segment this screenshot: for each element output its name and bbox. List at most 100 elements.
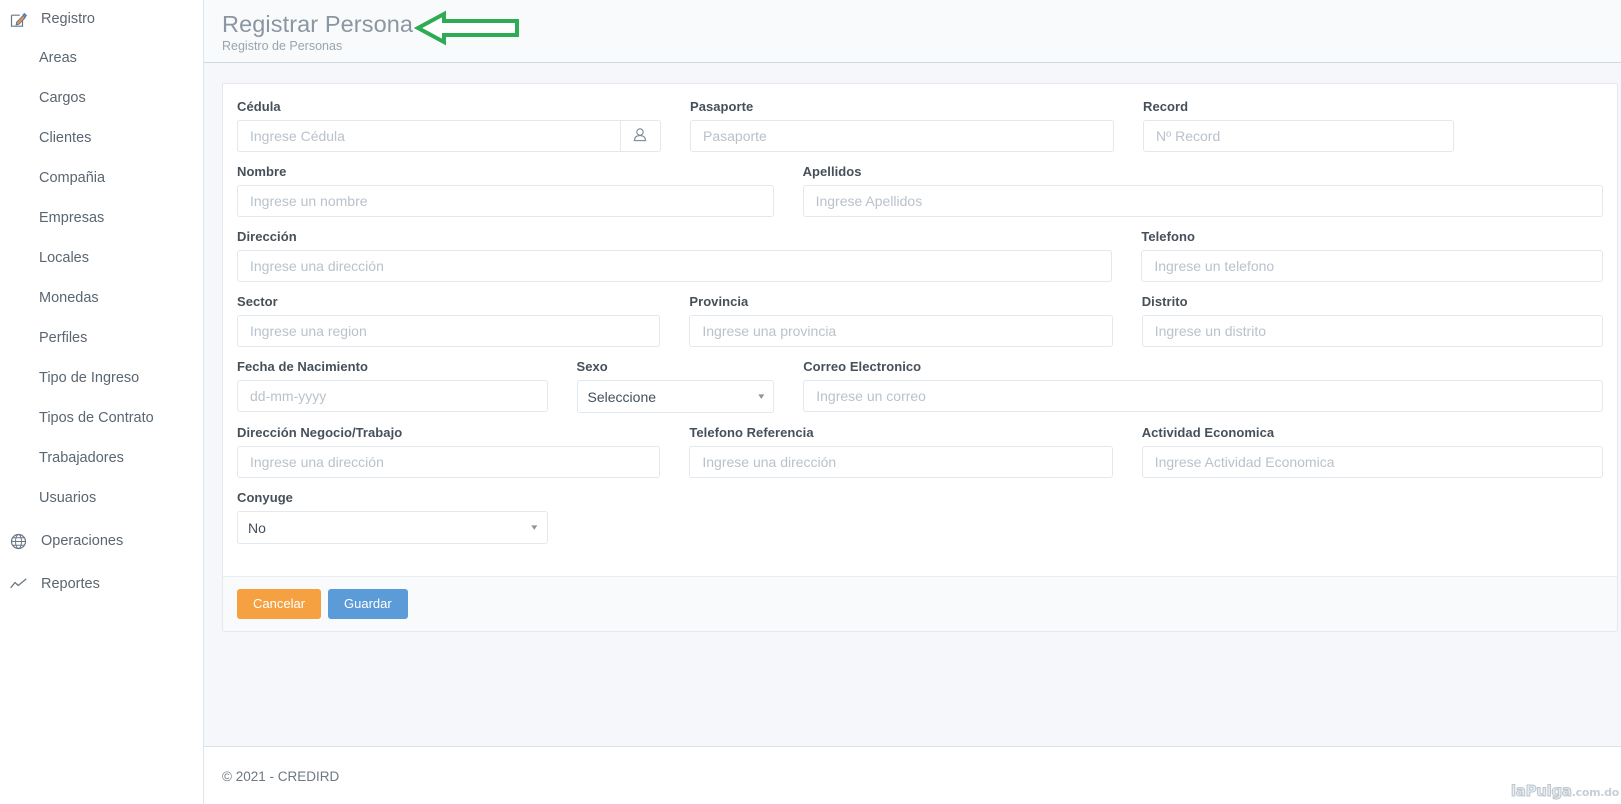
form-row-identity: Cédula Ingrese Cédula Pasaporte Pasaport… bbox=[237, 99, 1603, 152]
field-group-cedula: Cédula bbox=[237, 99, 661, 152]
provincia-input[interactable] bbox=[689, 315, 1113, 347]
direccion-negocio-label: Dirección Negocio/Trabajo bbox=[237, 425, 403, 440]
page-footer: © 2021 - CREDIRD laPulga.com.do bbox=[204, 746, 1621, 804]
sidebar-item-areas[interactable]: Areas bbox=[0, 38, 203, 78]
cedula-input-group bbox=[237, 120, 661, 152]
save-button[interactable]: Guardar bbox=[328, 589, 408, 619]
chevron-down-icon: ▾ bbox=[531, 522, 538, 532]
telefono-referencia-input[interactable] bbox=[689, 446, 1113, 478]
field-group-apellidos: Apellidos bbox=[802, 164, 1603, 217]
sidebar-item-monedas[interactable]: Monedas bbox=[0, 278, 203, 318]
direccion-label: Dirección bbox=[237, 229, 297, 244]
watermark: laPulga.com.do bbox=[1510, 782, 1619, 801]
sector-input[interactable] bbox=[237, 315, 661, 347]
sidebar-item-tipos-de-contrato[interactable]: Tipos de Contrato bbox=[0, 398, 203, 438]
actividad-economica-input[interactable] bbox=[1141, 446, 1604, 478]
cancel-button[interactable]: Cancelar bbox=[237, 589, 322, 619]
field-group-telefono-referencia: Telefono Referencia bbox=[689, 425, 1113, 478]
form-actions: Cancelar Guardar bbox=[223, 576, 1617, 631]
field-group-fecha-nacimiento: Fecha de Nacimiento bbox=[237, 359, 548, 413]
sidebar-item-label: Clientes bbox=[39, 130, 92, 146]
correo-input[interactable] bbox=[803, 380, 1604, 412]
left-arrow-annotation-icon bbox=[414, 10, 519, 46]
content-area: Cédula Ingrese Cédula Pasaporte Pasaport… bbox=[204, 63, 1621, 746]
apellidos-input[interactable] bbox=[802, 185, 1603, 217]
sidebar: Registro Areas Cargos Clientes Compañia … bbox=[0, 0, 204, 804]
sidebar-item-label: Operaciones bbox=[41, 533, 124, 549]
record-input[interactable] bbox=[1143, 120, 1454, 152]
direccion-negocio-input[interactable] bbox=[237, 446, 661, 478]
sidebar-item-locales[interactable]: Locales bbox=[0, 238, 203, 278]
main-content: Registrar Persona Registro de Personas C… bbox=[204, 0, 1621, 804]
edit-pencil-square-icon bbox=[10, 11, 27, 28]
sexo-selected-value: Seleccione bbox=[587, 388, 657, 405]
sidebar-item-cargos[interactable]: Cargos bbox=[0, 78, 203, 118]
cedula-lookup-button[interactable] bbox=[619, 120, 661, 152]
line-chart-icon bbox=[10, 576, 27, 593]
direccion-input[interactable] bbox=[237, 250, 1113, 282]
sidebar-item-label: Usuarios bbox=[39, 490, 97, 506]
sidebar-item-label: Monedas bbox=[39, 290, 99, 306]
telefono-input[interactable] bbox=[1141, 250, 1603, 282]
record-label: Record bbox=[1143, 99, 1189, 114]
field-group-sexo: Sexo Seleccione ▾ bbox=[576, 359, 775, 413]
cedula-input[interactable] bbox=[237, 120, 620, 152]
field-group-actividad-economica: Actividad Economica bbox=[1141, 425, 1604, 478]
pasaporte-input[interactable] bbox=[690, 120, 1114, 152]
sidebar-item-clientes[interactable]: Clientes bbox=[0, 118, 203, 158]
form-row-region: Sector Provincia Distrito bbox=[237, 294, 1604, 347]
copyright-text: © 2021 - CREDIRD bbox=[222, 769, 340, 784]
field-group-provincia: Provincia bbox=[689, 294, 1113, 347]
nombre-input[interactable] bbox=[237, 185, 774, 217]
distrito-input[interactable] bbox=[1141, 315, 1604, 347]
conyuge-label: Conyuge bbox=[237, 490, 293, 505]
distrito-label: Distrito bbox=[1141, 294, 1188, 309]
fecha-nacimiento-input[interactable] bbox=[237, 380, 548, 412]
globe-icon bbox=[10, 533, 27, 550]
provincia-label: Provincia bbox=[689, 294, 749, 309]
sidebar-item-empresas[interactable]: Empresas bbox=[0, 198, 203, 238]
sidebar-item-label: Areas bbox=[39, 50, 77, 66]
register-person-form: Cédula Ingrese Cédula Pasaporte Pasaport… bbox=[223, 84, 1617, 576]
field-group-sector: Sector bbox=[237, 294, 661, 347]
form-row-business: Dirección Negocio/Trabajo Telefono Refer… bbox=[237, 425, 1604, 478]
sidebar-item-registro[interactable]: Registro bbox=[0, 0, 203, 38]
sidebar-item-perfiles[interactable]: Perfiles bbox=[0, 318, 203, 358]
form-row-conyuge: Conyuge No ▾ bbox=[237, 490, 1603, 544]
telefono-label: Telefono bbox=[1141, 229, 1195, 244]
sidebar-item-compania[interactable]: Compañia bbox=[0, 158, 203, 198]
field-group-direccion: Dirección bbox=[237, 229, 1113, 282]
field-group-distrito: Distrito bbox=[1141, 294, 1604, 347]
watermark-brand: laPulga bbox=[1510, 782, 1572, 801]
sidebar-item-label: Compañia bbox=[39, 170, 106, 186]
sidebar-item-reportes[interactable]: Reportes bbox=[0, 565, 203, 603]
conyuge-selected-value: No bbox=[248, 519, 266, 536]
sidebar-group-registro: Registro Areas Cargos Clientes Compañia … bbox=[0, 0, 203, 518]
actividad-economica-label: Actividad Economica bbox=[1141, 425, 1275, 440]
form-row-name: Nombre Apellidos bbox=[237, 164, 1603, 217]
apellidos-label: Apellidos bbox=[802, 164, 862, 179]
sexo-select[interactable]: Seleccione ▾ bbox=[576, 380, 775, 413]
sector-label: Sector bbox=[237, 294, 278, 309]
field-group-direccion-negocio: Dirección Negocio/Trabajo bbox=[237, 425, 661, 478]
sidebar-item-usuarios[interactable]: Usuarios bbox=[0, 478, 203, 518]
sidebar-item-trabajadores[interactable]: Trabajadores bbox=[0, 438, 203, 478]
sidebar-item-label: Registro bbox=[41, 11, 95, 27]
sidebar-item-label: Reportes bbox=[41, 576, 100, 592]
app-root: Registro Areas Cargos Clientes Compañia … bbox=[0, 0, 1621, 804]
sidebar-item-label: Perfiles bbox=[39, 330, 88, 346]
telefono-referencia-label: Telefono Referencia bbox=[689, 425, 814, 440]
form-row-birth-sex-email: Fecha de Nacimiento Sexo Seleccione ▾ Co… bbox=[237, 359, 1604, 413]
correo-label: Correo Electronico bbox=[803, 359, 922, 374]
sidebar-item-operaciones[interactable]: Operaciones bbox=[0, 522, 203, 560]
sidebar-item-label: Locales bbox=[39, 250, 89, 266]
sidebar-item-label: Cargos bbox=[39, 90, 86, 106]
form-row-address: Dirección Telefono bbox=[237, 229, 1603, 282]
sidebar-item-tipo-de-ingreso[interactable]: Tipo de Ingreso bbox=[0, 358, 203, 398]
conyuge-select[interactable]: No ▾ bbox=[237, 511, 548, 544]
cedula-label: Cédula bbox=[237, 99, 281, 114]
field-group-nombre: Nombre bbox=[237, 164, 774, 217]
fecha-nacimiento-label: Fecha de Nacimiento bbox=[237, 359, 368, 374]
sidebar-item-label: Tipos de Contrato bbox=[39, 410, 154, 426]
page-header: Registrar Persona Registro de Personas bbox=[204, 0, 1621, 63]
